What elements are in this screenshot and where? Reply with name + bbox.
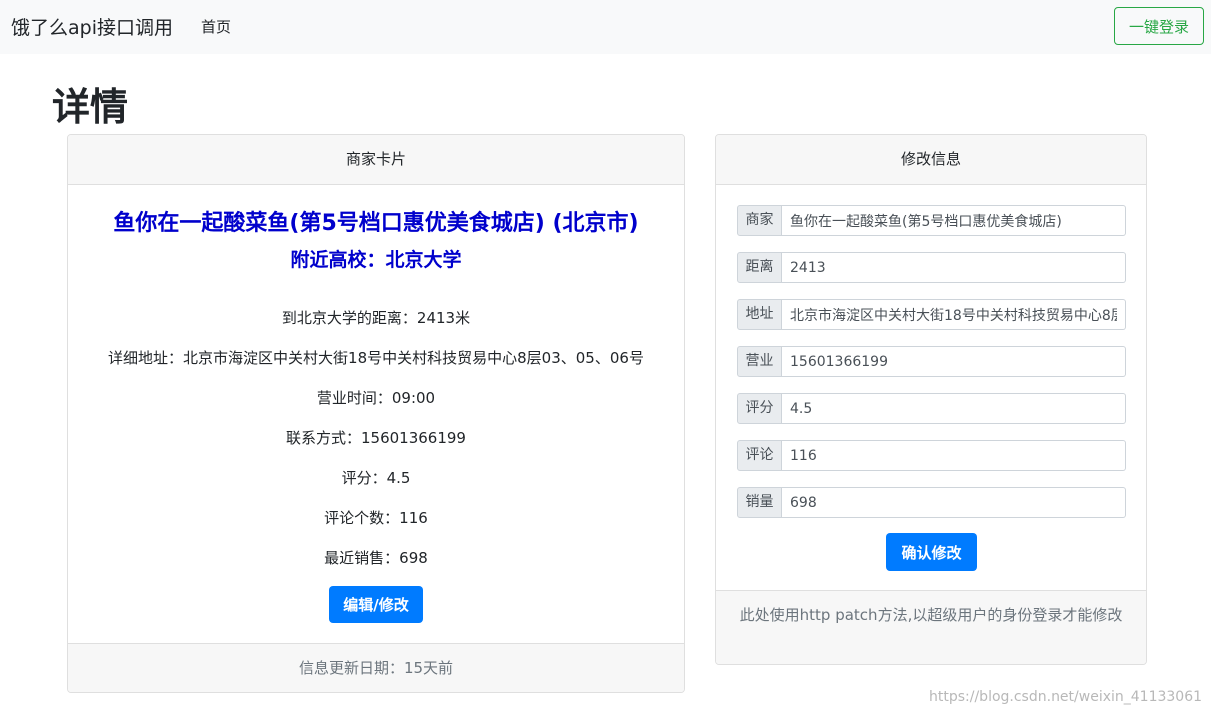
- navbar: 饿了么api接口调用 首页 一键登录: [0, 0, 1211, 54]
- field-row-rating: 评分: [737, 393, 1126, 424]
- field-row-address: 地址: [737, 299, 1126, 330]
- merchant-card: 商家卡片 鱼你在一起酸菜鱼(第5号档口惠优美食城店) (北京市) 附近高校：北京…: [67, 134, 685, 693]
- merchant-input[interactable]: [782, 205, 1126, 236]
- merchant-card-header: 商家卡片: [68, 135, 684, 185]
- shop-name: 鱼你在一起酸菜鱼(第5号档口惠优美食城店) (北京市): [113, 211, 639, 236]
- edit-info-header: 修改信息: [716, 135, 1146, 185]
- info-address: 详细地址：北京市海淀区中关村大街18号中关村科技贸易中心8层03、05、06号: [108, 349, 644, 367]
- watermark: https://blog.csdn.net/weixin_41133061: [929, 689, 1203, 705]
- reviews-input[interactable]: [782, 440, 1126, 471]
- nearby-school: 附近高校：北京大学: [290, 249, 462, 271]
- brand-title[interactable]: 饿了么api接口调用: [11, 13, 173, 40]
- edit-info-footer: 此处使用http patch方法,以超级用户的身份登录才能修改: [716, 590, 1146, 664]
- info-recent-sales: 最近销售：698: [324, 549, 428, 567]
- field-label-rating: 评分: [737, 393, 782, 424]
- distance-input[interactable]: [782, 252, 1126, 283]
- field-label-distance: 距离: [737, 252, 782, 283]
- sales-input[interactable]: [782, 487, 1126, 518]
- edit-button[interactable]: 编辑/修改: [329, 586, 423, 623]
- field-row-business: 营业: [737, 346, 1126, 377]
- field-label-merchant: 商家: [737, 205, 782, 236]
- field-row-sales: 销量: [737, 487, 1126, 518]
- field-row-merchant: 商家: [737, 205, 1126, 236]
- field-label-reviews: 评论: [737, 440, 782, 471]
- confirm-edit-button[interactable]: 确认修改: [886, 533, 977, 571]
- update-date-footer: 信息更新日期：15天前: [68, 643, 684, 692]
- info-contact: 联系方式：15601366199: [286, 429, 466, 447]
- nav-link-home[interactable]: 首页: [201, 16, 231, 37]
- rating-input[interactable]: [782, 393, 1126, 424]
- edit-info-card: 修改信息 商家 距离 地址 营业 评分 评论 销量 确认修改 此处使用http …: [715, 134, 1147, 665]
- login-button[interactable]: 一键登录: [1114, 7, 1204, 45]
- page-title: 详情: [52, 85, 129, 129]
- info-hours: 营业时间：09:00: [316, 389, 436, 407]
- field-label-sales: 销量: [737, 487, 782, 518]
- address-input[interactable]: [782, 299, 1126, 330]
- business-input[interactable]: [782, 346, 1126, 377]
- field-label-business: 营业: [737, 346, 782, 377]
- info-distance: 到北京大学的距离：2413米: [281, 309, 471, 327]
- info-review-count: 评论个数：116: [324, 509, 428, 527]
- field-row-reviews: 评论: [737, 440, 1126, 471]
- info-rating: 评分：4.5: [341, 469, 411, 487]
- field-label-address: 地址: [737, 299, 782, 330]
- field-row-distance: 距离: [737, 252, 1126, 283]
